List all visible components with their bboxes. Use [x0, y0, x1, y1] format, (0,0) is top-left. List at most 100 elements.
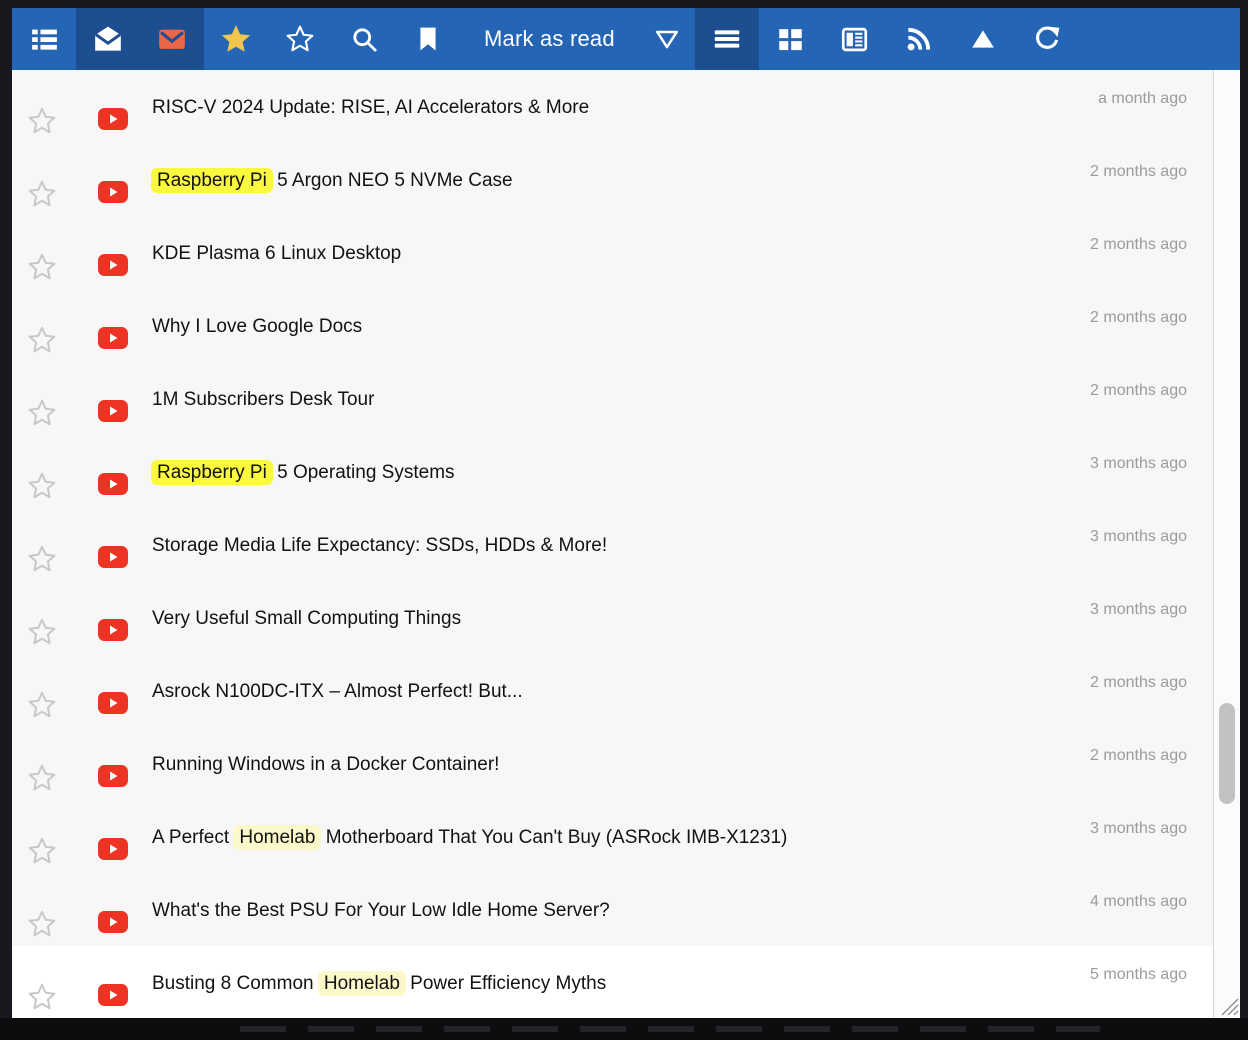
menu-icon	[713, 25, 741, 53]
article-timestamp: 5 months ago	[1090, 966, 1187, 984]
article-timestamp: 3 months ago	[1090, 820, 1187, 838]
article-title: RISC-V 2024 Update: RISE, AI Accelerator…	[152, 94, 1033, 122]
star-outline-icon[interactable]	[27, 617, 57, 647]
youtube-icon	[98, 400, 128, 422]
article-title: Running Windows in a Docker Container!	[152, 751, 1033, 779]
youtube-icon	[98, 327, 128, 349]
filter-dropdown-icon	[654, 26, 680, 52]
mark-as-read-button[interactable]: Mark as read	[460, 8, 639, 70]
article-view-button[interactable]	[823, 8, 887, 70]
star-outline-icon[interactable]	[27, 179, 57, 209]
star-outline-icon[interactable]	[27, 982, 57, 1012]
youtube-icon	[98, 911, 128, 933]
article-row[interactable]: Busting 8 Common Homelab Power Efficienc…	[12, 946, 1213, 1018]
menu-button[interactable]	[695, 8, 759, 70]
search-icon	[351, 26, 378, 53]
article-row[interactable]: RISC-V 2024 Update: RISE, AI Accelerator…	[12, 70, 1213, 143]
collapse-button[interactable]	[951, 8, 1015, 70]
search-term-highlight: Raspberry Pi	[151, 168, 273, 193]
star-outline-icon[interactable]	[27, 471, 57, 501]
star-outline-icon[interactable]	[27, 836, 57, 866]
youtube-icon	[98, 108, 128, 130]
star-outline-icon[interactable]	[27, 398, 57, 428]
open-envelope-icon	[94, 25, 122, 53]
star-outline-icon[interactable]	[27, 106, 57, 136]
youtube-icon	[98, 984, 128, 1006]
window-bottom-edge	[0, 1018, 1248, 1040]
bookmark-icon	[415, 26, 441, 52]
article-row[interactable]: A Perfect Homelab Motherboard That You C…	[12, 800, 1213, 873]
article-row[interactable]: KDE Plasma 6 Linux Desktop 2 months ago	[12, 216, 1213, 289]
star-filled-icon	[220, 23, 252, 55]
article-timestamp: 4 months ago	[1090, 893, 1187, 911]
youtube-icon	[98, 838, 128, 860]
article-row[interactable]: What's the Best PSU For Your Low Idle Ho…	[12, 873, 1213, 946]
unread-envelope-button[interactable]	[140, 8, 204, 70]
article-row[interactable]: Asrock N100DC-ITX – Almost Perfect! But.…	[12, 654, 1213, 727]
article-timestamp: 3 months ago	[1090, 528, 1187, 546]
triangle-up-icon	[970, 26, 996, 52]
youtube-icon	[98, 619, 128, 641]
youtube-icon	[98, 765, 128, 787]
refresh-button[interactable]	[1015, 8, 1079, 70]
article-title: Very Useful Small Computing Things	[152, 605, 1033, 633]
unstarred-filter-button[interactable]	[268, 8, 332, 70]
layout-grid-icon	[777, 26, 804, 53]
layout-grid-button[interactable]	[759, 8, 823, 70]
youtube-icon	[98, 181, 128, 203]
article-title: Busting 8 Common Homelab Power Efficienc…	[152, 970, 1033, 998]
star-outline-icon[interactable]	[27, 909, 57, 939]
unread-envelope-icon	[158, 25, 186, 53]
resize-grip-icon[interactable]	[1215, 992, 1239, 1016]
scrollbar-thumb[interactable]	[1219, 703, 1235, 804]
article-row[interactable]: Very Useful Small Computing Things 3 mon…	[12, 581, 1213, 654]
article-row[interactable]: 1M Subscribers Desk Tour 2 months ago	[12, 362, 1213, 435]
youtube-icon	[98, 473, 128, 495]
article-title: What's the Best PSU For Your Low Idle Ho…	[152, 897, 1033, 925]
article-timestamp: 2 months ago	[1090, 163, 1187, 181]
search-term-highlight: Homelab	[318, 971, 406, 996]
article-timestamp: 2 months ago	[1090, 382, 1187, 400]
search-button[interactable]	[332, 8, 396, 70]
youtube-icon	[98, 546, 128, 568]
open-envelope-button[interactable]	[76, 8, 140, 70]
search-term-highlight: Raspberry Pi	[151, 460, 273, 485]
article-row[interactable]: Raspberry Pi 5 Argon NEO 5 NVMe Case 2 m…	[12, 143, 1213, 216]
article-timestamp: 3 months ago	[1090, 601, 1187, 619]
star-outline-icon[interactable]	[27, 690, 57, 720]
unread-list-icon	[31, 26, 58, 53]
article-list: RISC-V 2024 Update: RISE, AI Accelerator…	[12, 70, 1213, 1018]
article-timestamp: a month ago	[1098, 90, 1187, 108]
article-timestamp: 3 months ago	[1090, 455, 1187, 473]
article-view-icon	[841, 26, 868, 53]
rss-button[interactable]	[887, 8, 951, 70]
article-title: KDE Plasma 6 Linux Desktop	[152, 240, 1033, 268]
article-timestamp: 2 months ago	[1090, 747, 1187, 765]
filter-dropdown-button[interactable]	[639, 8, 695, 70]
article-title: Raspberry Pi 5 Operating Systems	[152, 459, 1033, 487]
search-term-highlight: Homelab	[233, 825, 321, 850]
article-row[interactable]: Why I Love Google Docs 2 months ago	[12, 289, 1213, 362]
star-outline-icon[interactable]	[27, 544, 57, 574]
rss-icon	[905, 26, 932, 53]
toolbar: Mark as read	[12, 8, 1240, 70]
article-timestamp: 2 months ago	[1090, 674, 1187, 692]
star-outline-icon[interactable]	[27, 325, 57, 355]
youtube-icon	[98, 254, 128, 276]
refresh-icon	[1033, 25, 1061, 53]
star-outline-icon[interactable]	[27, 252, 57, 282]
feed-reader-window: Mark as read	[12, 8, 1240, 1018]
youtube-icon	[98, 692, 128, 714]
unread-list-button[interactable]	[12, 8, 76, 70]
article-title: A Perfect Homelab Motherboard That You C…	[152, 824, 1033, 852]
article-row[interactable]: Raspberry Pi 5 Operating Systems 3 month…	[12, 435, 1213, 508]
article-timestamp: 2 months ago	[1090, 309, 1187, 327]
article-row[interactable]: Running Windows in a Docker Container! 2…	[12, 727, 1213, 800]
article-title: Why I Love Google Docs	[152, 313, 1033, 341]
star-outline-icon[interactable]	[27, 763, 57, 793]
article-row[interactable]: Storage Media Life Expectancy: SSDs, HDD…	[12, 508, 1213, 581]
starred-filter-button[interactable]	[204, 8, 268, 70]
article-title: Asrock N100DC-ITX – Almost Perfect! But.…	[152, 678, 1033, 706]
scrollbar-track[interactable]	[1213, 70, 1240, 1018]
bookmark-button[interactable]	[396, 8, 460, 70]
